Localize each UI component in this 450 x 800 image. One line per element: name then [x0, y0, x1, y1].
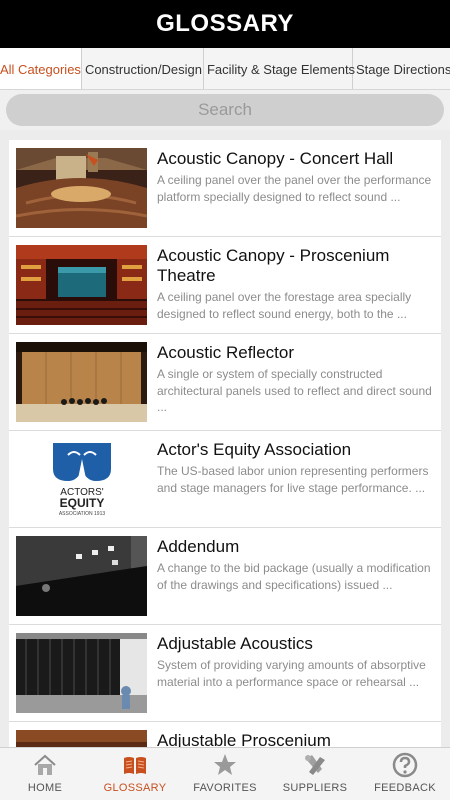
header-bar: GLOSSARY [0, 0, 450, 48]
thumbnail-concert-hall [16, 148, 147, 228]
list-item[interactable]: Acoustic Canopy - Proscenium Theatre A c… [9, 237, 441, 334]
page-title: GLOSSARY [156, 10, 294, 37]
thumbnail-acoustic-reflector [16, 342, 147, 422]
entry-title: Adjustable Proscenium [157, 731, 331, 747]
entry-description: A single or system of specially construc… [157, 367, 432, 414]
thumbnail-proscenium-theatre [16, 245, 147, 325]
app: GLOSSARY All Categories Construction/Des… [0, 0, 450, 800]
category-tab-all[interactable]: All Categories [0, 48, 82, 89]
list-item[interactable]: Adjustable Proscenium [9, 722, 441, 747]
list-item[interactable]: Addendum A change to the bid package (us… [9, 528, 441, 625]
tab-label: FEEDBACK [374, 782, 436, 794]
glossary-list[interactable]: Acoustic Canopy - Concert Hall A ceiling… [9, 140, 441, 747]
tab-label: FAVORITES [193, 782, 257, 794]
bottom-tab-bar: HOME GLOSSARY FAVORITES SUPPLIERS FEEDBA… [0, 747, 450, 800]
tools-icon [305, 755, 325, 775]
thumbnail-adjustable-proscenium [16, 730, 147, 747]
star-icon [214, 754, 236, 775]
entry-title: Adjustable Acoustics [157, 634, 313, 653]
tab-label: SUPPLIERS [282, 782, 348, 794]
list-item[interactable]: Adjustable Acoustics System of providing… [9, 625, 441, 722]
search-bar [0, 90, 450, 130]
entry-title: Actor's Equity Association [157, 440, 352, 459]
actors-equity-logo: ACTORS' EQUITY ASSOCIATION 1913 [16, 439, 147, 519]
book-icon [124, 757, 146, 774]
entry-title: Acoustic Canopy - Concert Hall [157, 149, 394, 168]
tab-glossary[interactable]: GLOSSARY [90, 748, 180, 800]
tab-feedback[interactable]: FEEDBACK [360, 748, 450, 800]
thumbnail-addendum [16, 536, 147, 616]
tab-favorites[interactable]: FAVORITES [180, 748, 270, 800]
entry-title: Acoustic Reflector [157, 343, 294, 362]
search-input[interactable] [6, 94, 444, 126]
logo-line-3: ASSOCIATION 1913 [59, 511, 106, 517]
category-tabs: All Categories Construction/Design Facil… [0, 48, 450, 90]
list-item[interactable]: Acoustic Reflector A single or system of… [9, 334, 441, 431]
home-icon [34, 754, 56, 775]
tab-label: HOME [27, 782, 63, 794]
category-tab-construction-design[interactable]: Construction/Design [82, 48, 204, 89]
tab-suppliers[interactable]: SUPPLIERS [270, 748, 360, 800]
entry-description: A ceiling panel over the panel over the … [157, 173, 432, 204]
thumbnail-adjustable-acoustics [16, 633, 147, 713]
entry-description: A ceiling panel over the forestage area … [157, 290, 412, 321]
category-tab-stage-directions[interactable]: Stage Directions [353, 48, 450, 89]
list-item[interactable]: Acoustic Canopy - Concert Hall A ceiling… [9, 140, 441, 237]
question-icon [392, 752, 418, 778]
entry-description: The US-based labor union representing pe… [157, 464, 429, 495]
list-item[interactable]: ACTORS' EQUITY ASSOCIATION 1913 Actor's … [9, 431, 441, 528]
tab-label: GLOSSARY [103, 782, 167, 794]
entry-title: Acoustic Canopy - Proscenium Theatre [157, 246, 390, 285]
category-tab-facility-stage-elements[interactable]: Facility & Stage Elements [204, 48, 355, 89]
entry-description: System of providing varying amounts of a… [157, 658, 426, 689]
tab-home[interactable]: HOME [0, 748, 90, 800]
logo-line-2: EQUITY [60, 496, 105, 510]
entry-title: Addendum [157, 537, 240, 556]
entry-description: A change to the bid package (usually a m… [157, 561, 431, 592]
